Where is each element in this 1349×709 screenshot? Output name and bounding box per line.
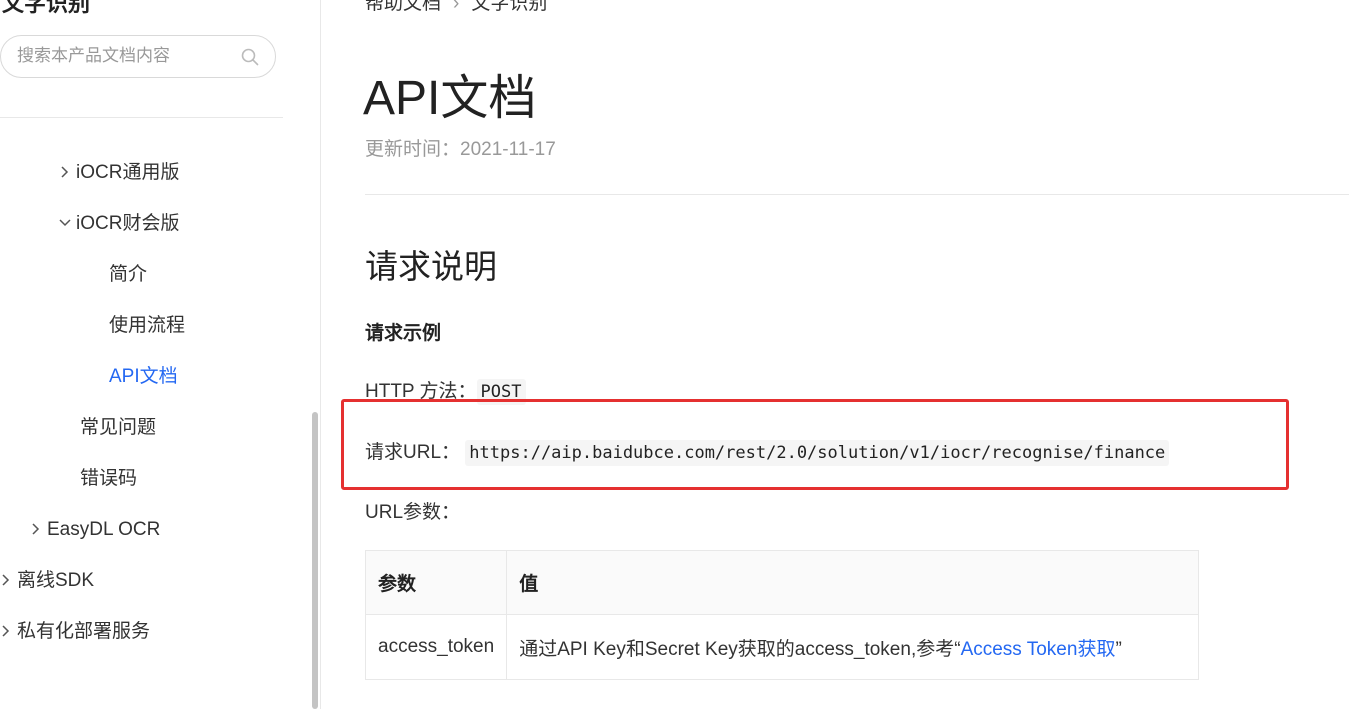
sidebar-item-faq[interactable]: 常见问题: [80, 416, 156, 440]
title-divider: [365, 194, 1349, 195]
sidebar-title: 文字识别: [2, 0, 91, 16]
sidebar-item-label: iOCR财会版: [76, 213, 180, 234]
hamburger-menu-icon[interactable]: [261, 0, 285, 6]
sidebar-item-label: EasyDL OCR: [47, 519, 161, 540]
update-time: 更新时间：2021-11-17: [365, 134, 556, 161]
sidebar-item-intro[interactable]: 简介: [109, 263, 147, 287]
main-content: 帮助文档 › 文字识别 API文档 更新时间：2021-11-17 请求说明 请求示…: [321, 0, 1349, 709]
table-row: access_token 通过API Key和Secret Key获取的acce…: [364, 614, 1200, 680]
search-icon[interactable]: [241, 48, 259, 66]
breadcrumb-separator-icon: ›: [453, 0, 460, 14]
breadcrumb-item-ocr[interactable]: 文字识别: [471, 0, 547, 14]
value-text-prefix: 通过API Key和Secret Key获取的access_token,参考“: [519, 638, 961, 660]
page-title: API文档: [363, 72, 537, 125]
chevron-down-icon: [59, 219, 71, 227]
sidebar-item-label: 常见问题: [80, 417, 157, 438]
table-cell-param: access_token: [364, 614, 508, 680]
chevron-right-icon: [2, 625, 10, 637]
sidebar-scrollbar[interactable]: [312, 412, 318, 709]
section-heading: 请求说明: [365, 248, 497, 285]
chevron-right-icon: [32, 523, 40, 535]
breadcrumb-item-help[interactable]: 帮助文档: [365, 0, 441, 14]
sidebar-item-label: 离线SDK: [17, 570, 95, 591]
sidebar-item-iocr-general[interactable]: iOCR通用版: [61, 161, 180, 185]
chevron-right-icon: [2, 574, 10, 586]
update-time-value: 2021-11-17: [460, 139, 556, 160]
sidebar-item-api-docs[interactable]: API文档: [109, 365, 178, 389]
sidebar-item-private-deploy[interactable]: 私有化部署服务: [2, 620, 151, 644]
table-header-value: 值: [506, 550, 1200, 615]
sidebar-item-label: 私有化部署服务: [17, 621, 151, 642]
sidebar-item-label: iOCR通用版: [76, 162, 180, 183]
sidebar-item-label: 错误码: [80, 468, 138, 489]
table-header-row: 参数 值: [364, 550, 1200, 615]
table-header-param: 参数: [364, 550, 508, 615]
sidebar-item-label: 使用流程: [109, 315, 186, 336]
request-url-value: https://aip.baidubce.com/rest/2.0/soluti…: [465, 440, 1170, 466]
sub-heading: 请求示例: [365, 323, 442, 344]
url-params-label: URL参数：: [365, 502, 461, 523]
sidebar-item-iocr-finance[interactable]: iOCR财会版: [59, 212, 180, 236]
chevron-right-icon: [61, 166, 69, 178]
sidebar-item-label: API文档: [109, 366, 178, 387]
value-text-suffix: ”: [1115, 638, 1122, 660]
request-url-row: 请求URL： https://aip.baidubce.com/rest/2.0…: [365, 437, 1170, 466]
sidebar-divider: [0, 117, 283, 118]
table-cell-value: 通过API Key和Secret Key获取的access_token,参考“A…: [506, 614, 1200, 680]
sidebar-item-error-codes[interactable]: 错误码: [80, 467, 137, 491]
search-box: [0, 35, 276, 78]
search-input[interactable]: [17, 45, 237, 67]
sidebar-item-offline-sdk[interactable]: 离线SDK: [2, 569, 95, 593]
sidebar: 文字识别 iOCR通用版 iOCR财会版 简介 使用流程 API文档 常见问题 …: [0, 0, 321, 709]
update-time-label: 更新时间：: [365, 139, 461, 160]
params-table: 参数 值 access_token 通过API Key和Secret Key获取…: [364, 550, 1200, 680]
access-token-link[interactable]: Access Token获取: [961, 639, 1116, 660]
breadcrumb: 帮助文档 › 文字识别: [365, 0, 547, 15]
sidebar-item-easydl-ocr[interactable]: EasyDL OCR: [32, 518, 161, 542]
sidebar-item-workflow[interactable]: 使用流程: [109, 314, 185, 338]
sidebar-item-label: 简介: [109, 264, 148, 285]
request-url-label: 请求URL：: [365, 442, 461, 463]
